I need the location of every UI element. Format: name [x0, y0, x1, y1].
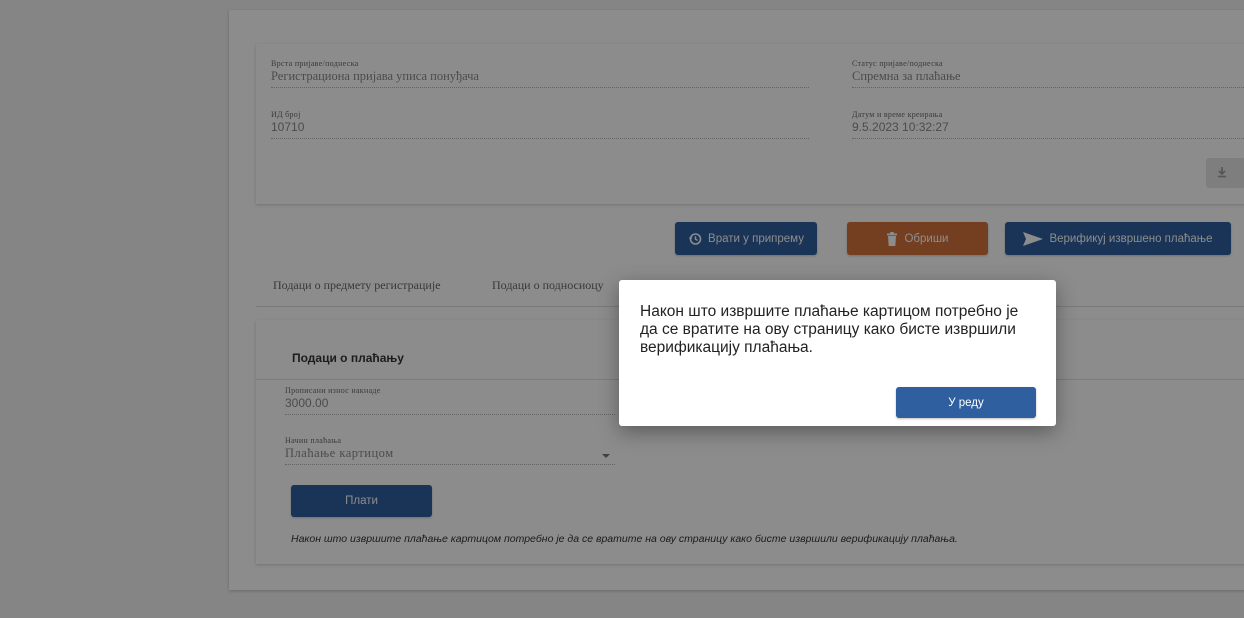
dialog-message: Након што извршите плаћање картицом потр… [640, 303, 1019, 356]
dialog-ok-button[interactable]: У реду [896, 387, 1036, 418]
payment-info-dialog: Након што извршите плаћање картицом потр… [619, 280, 1056, 426]
